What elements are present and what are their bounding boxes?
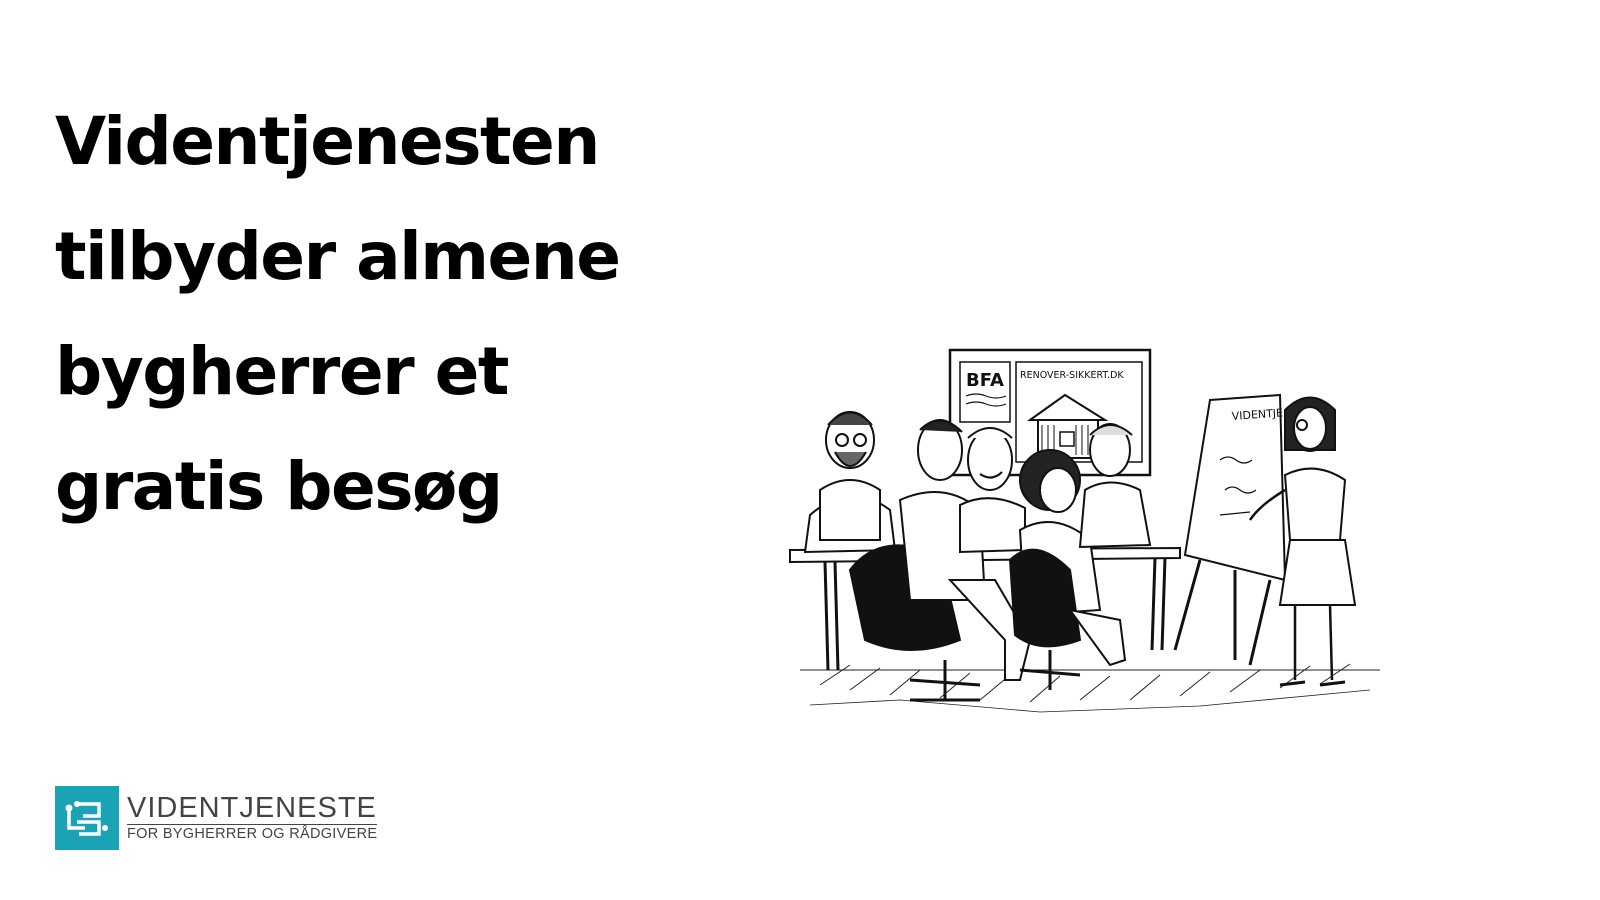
headline: Videntjenesten tilbyder almene bygherrer…	[55, 84, 755, 544]
headline-line-3: bygherrer et	[55, 333, 509, 410]
meeting-illustration: BFA RENOVER-SIKKERT.DK VIDENTJE	[789, 348, 1380, 713]
logo-name: VIDENTJENESTE	[127, 792, 378, 825]
poster-bfa-label: BFA	[966, 370, 1004, 391]
poster-url-label: RENOVER-SIKKERT.DK	[1020, 370, 1124, 381]
headline-line-4: gratis besøg	[55, 448, 503, 525]
headline-line-2: tilbyder almene	[55, 218, 621, 295]
flipchart: VIDENTJE	[1173, 393, 1287, 666]
floor-hatching	[800, 663, 1380, 713]
videntjeneste-logo-icon	[55, 786, 119, 850]
logo-tagline: FOR BYGHERRER OG RÅDGIVERE	[127, 826, 378, 842]
logo-text: VIDENTJENESTE FOR BYGHERRER OG RÅDGIVERE	[127, 792, 378, 843]
participant-bearded-man	[803, 411, 897, 554]
headline-line-1: Videntjenesten	[55, 103, 600, 180]
logo: VIDENTJENESTE FOR BYGHERRER OG RÅDGIVERE	[55, 786, 378, 850]
